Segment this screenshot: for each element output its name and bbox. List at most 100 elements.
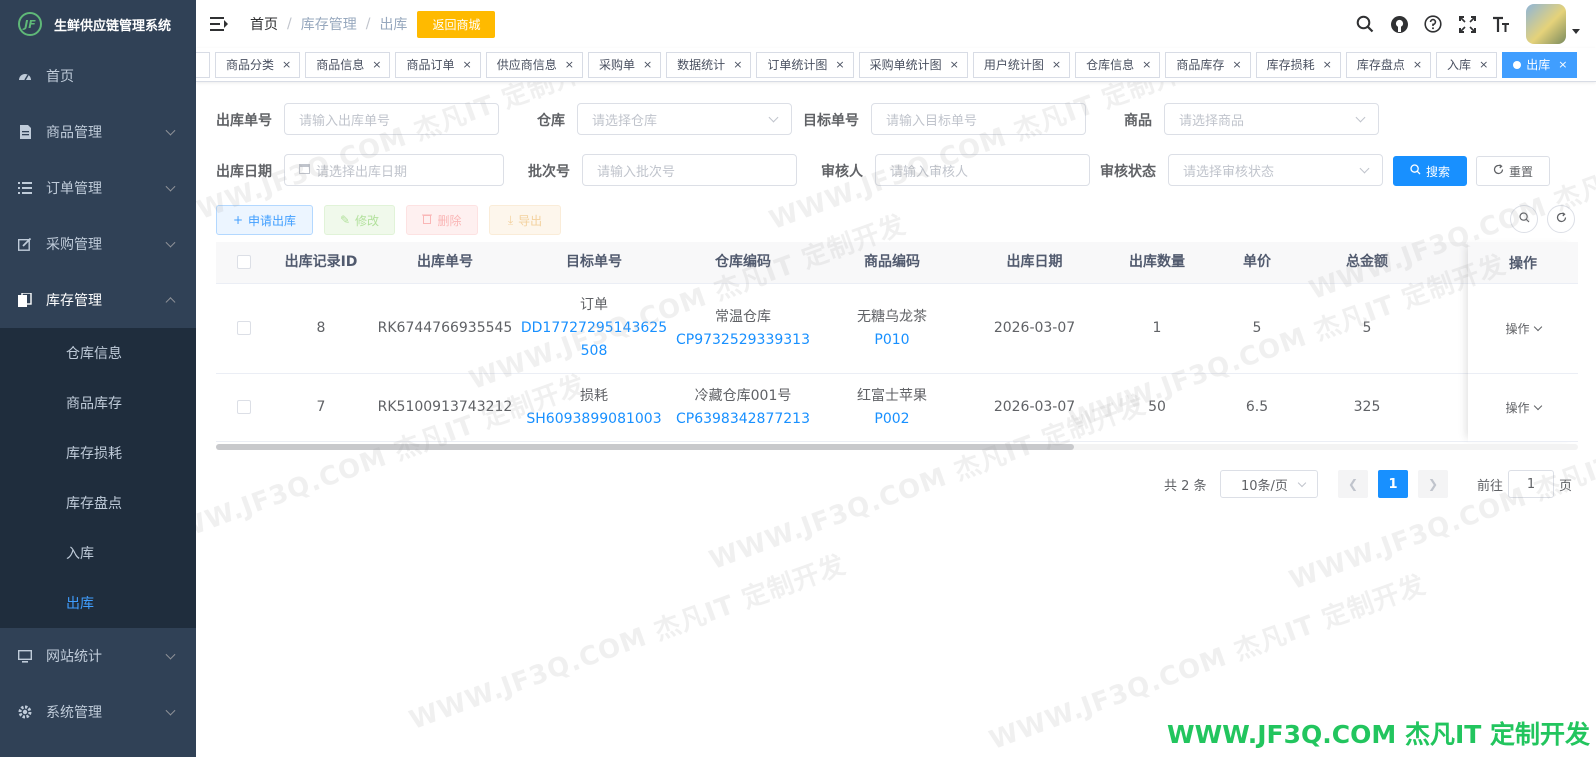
reviewer-input[interactable]: 请输入审核人 — [875, 154, 1090, 186]
tag-item[interactable]: 入库 × — [1436, 51, 1498, 78]
tag-item[interactable]: 库存损耗 × — [1255, 51, 1341, 78]
product-code-link[interactable]: P010 — [817, 329, 967, 352]
close-icon[interactable]: × — [1479, 58, 1488, 71]
close-icon[interactable]: × — [950, 58, 959, 71]
font-size-icon[interactable] — [1484, 16, 1518, 33]
close-icon[interactable]: × — [643, 58, 652, 71]
sidebar-item-inventory[interactable]: 库存管理 — [0, 272, 196, 328]
logo[interactable]: JF 生鲜供应链管理系统 — [0, 0, 196, 48]
col-header[interactable]: 单价 — [1212, 251, 1302, 274]
col-header[interactable]: 出库日期 — [967, 251, 1102, 274]
sidebar-subitem-stock-loss[interactable]: 库存损耗 — [0, 428, 196, 478]
delete-button[interactable]: 删除 — [406, 205, 478, 235]
page-size-select[interactable]: 10条/页 — [1220, 470, 1318, 498]
sidebar-item-site-stats[interactable]: 网站统计 — [0, 628, 196, 684]
col-header[interactable]: 出库记录ID — [271, 251, 371, 274]
tag-item[interactable]: 商品分类 × — [215, 51, 301, 78]
row-checkbox[interactable] — [236, 321, 251, 335]
sidebar-item-home[interactable]: 首页 — [0, 48, 196, 104]
target-no-link[interactable]: SH6093899081003 — [519, 408, 669, 431]
table-row[interactable]: 7 RK5100913743212 损耗 SH6093899081003 冷藏仓… — [216, 374, 1578, 442]
review-status-select[interactable]: 请选择审核状态 — [1168, 154, 1383, 186]
refresh-table-button[interactable] — [1547, 205, 1575, 233]
target-no-input[interactable]: 请输入目标单号 — [871, 103, 1086, 135]
close-icon[interactable]: × — [835, 58, 844, 71]
target-no-link[interactable]: DD17727295143625 — [519, 317, 669, 340]
sidebar-item-purchase[interactable]: 采购管理 — [0, 216, 196, 272]
row-operation-dropdown[interactable]: 操作 — [1468, 374, 1578, 442]
col-header[interactable]: 仓库编码 — [669, 251, 817, 274]
toggle-search-button[interactable] — [1510, 205, 1538, 233]
tag-item[interactable]: 商品信息 × — [305, 51, 391, 78]
close-icon[interactable]: × — [733, 58, 742, 71]
reset-button[interactable]: 重置 — [1476, 156, 1550, 186]
warehouse-select[interactable]: 请选择仓库 — [577, 103, 792, 135]
row-operation-dropdown[interactable]: 操作 — [1468, 284, 1578, 374]
out-date-picker[interactable]: 请选择出库日期 — [284, 154, 504, 186]
tag-item[interactable]: 用户统计图 × — [972, 51, 1071, 78]
next-page-button[interactable]: ❯ — [1418, 470, 1448, 498]
tag-item[interactable]: 数据统计 × — [666, 51, 752, 78]
tag-item[interactable]: 订单统计图 × — [756, 51, 854, 78]
tag-item[interactable]: 采购单 × — [587, 51, 662, 78]
scrollbar-thumb[interactable] — [216, 444, 1074, 450]
hamburger-icon[interactable] — [210, 17, 228, 31]
close-icon[interactable]: × — [1142, 58, 1151, 71]
tag-item[interactable]: 仓库信息 × — [1075, 51, 1161, 78]
apply-outbound-button[interactable]: + 申请出库 — [216, 205, 313, 235]
close-icon[interactable]: × — [1323, 58, 1332, 71]
close-icon[interactable]: × — [565, 58, 574, 71]
close-icon[interactable]: × — [1232, 58, 1241, 71]
goto-page-input[interactable]: 1 — [1508, 470, 1554, 498]
close-icon[interactable]: × — [1413, 58, 1422, 71]
back-to-store-button[interactable]: 返回商城 — [417, 10, 496, 38]
prev-page-button[interactable]: ❮ — [1338, 470, 1368, 498]
sidebar-subitem-warehouse-info[interactable]: 仓库信息 — [0, 328, 196, 378]
tag-item[interactable]: 供应商信息 × — [485, 51, 583, 78]
sidebar-item-orders[interactable]: 订单管理 — [0, 160, 196, 216]
close-icon[interactable]: × — [372, 58, 381, 71]
tag-partial[interactable] — [196, 51, 210, 78]
col-header[interactable]: 出库数量 — [1102, 251, 1212, 274]
batch-no-input[interactable]: 请输入批次号 — [582, 154, 797, 186]
caret-down-icon[interactable] — [1572, 28, 1580, 34]
close-icon[interactable]: × — [1558, 58, 1567, 71]
breadcrumb-home[interactable]: 首页 — [250, 14, 278, 34]
sidebar-subitem-product-stock[interactable]: 商品库存 — [0, 378, 196, 428]
target-no-link-cont[interactable]: 508 — [519, 340, 669, 363]
close-icon[interactable]: × — [1052, 58, 1061, 71]
sidebar-subitem-stock-count[interactable]: 库存盘点 — [0, 478, 196, 528]
sidebar-subitem-inbound[interactable]: 入库 — [0, 528, 196, 578]
export-button[interactable]: ⤓ 导出 — [489, 205, 561, 235]
tag-item[interactable]: 商品订单 × — [395, 51, 481, 78]
search-icon[interactable] — [1348, 15, 1382, 33]
user-avatar[interactable] — [1526, 4, 1566, 44]
tag-item[interactable]: 库存盘点 × — [1345, 51, 1432, 78]
fullscreen-icon[interactable] — [1450, 15, 1484, 33]
help-icon[interactable] — [1416, 15, 1450, 33]
table-horizontal-scrollbar[interactable] — [216, 444, 1578, 450]
tag-item-active[interactable]: 出库 × — [1502, 51, 1577, 78]
page-number-current[interactable]: 1 — [1378, 470, 1408, 498]
row-checkbox[interactable] — [236, 400, 251, 414]
search-button[interactable]: 搜索 — [1393, 156, 1467, 186]
table-row[interactable]: 8 RK6744766935545 订单 DD17727295143625 50… — [216, 284, 1578, 374]
product-code-link[interactable]: P002 — [817, 408, 967, 431]
warehouse-code-link[interactable]: CP9732529339313 — [669, 329, 817, 352]
col-header[interactable]: 总金额 — [1302, 251, 1432, 274]
close-icon[interactable]: × — [282, 58, 291, 71]
col-header[interactable]: 目标单号 — [519, 251, 669, 274]
tag-item[interactable]: 采购单统计图 × — [858, 51, 968, 78]
warehouse-code-link[interactable]: CP6398342877213 — [669, 408, 817, 431]
close-icon[interactable]: × — [462, 58, 471, 71]
col-header[interactable]: 出库单号 — [371, 251, 519, 274]
tag-item[interactable]: 商品库存 × — [1165, 51, 1251, 78]
edit-button[interactable]: ✎ 修改 — [324, 205, 395, 235]
github-icon[interactable] — [1382, 15, 1416, 34]
col-header[interactable]: 商品编码 — [817, 251, 967, 274]
select-all-checkbox[interactable] — [236, 255, 251, 269]
sidebar-item-system[interactable]: 系统管理 — [0, 684, 196, 740]
product-select[interactable]: 请选择商品 — [1164, 103, 1379, 135]
sidebar-subitem-outbound[interactable]: 出库 — [0, 578, 196, 628]
sidebar-item-products[interactable]: 商品管理 — [0, 104, 196, 160]
